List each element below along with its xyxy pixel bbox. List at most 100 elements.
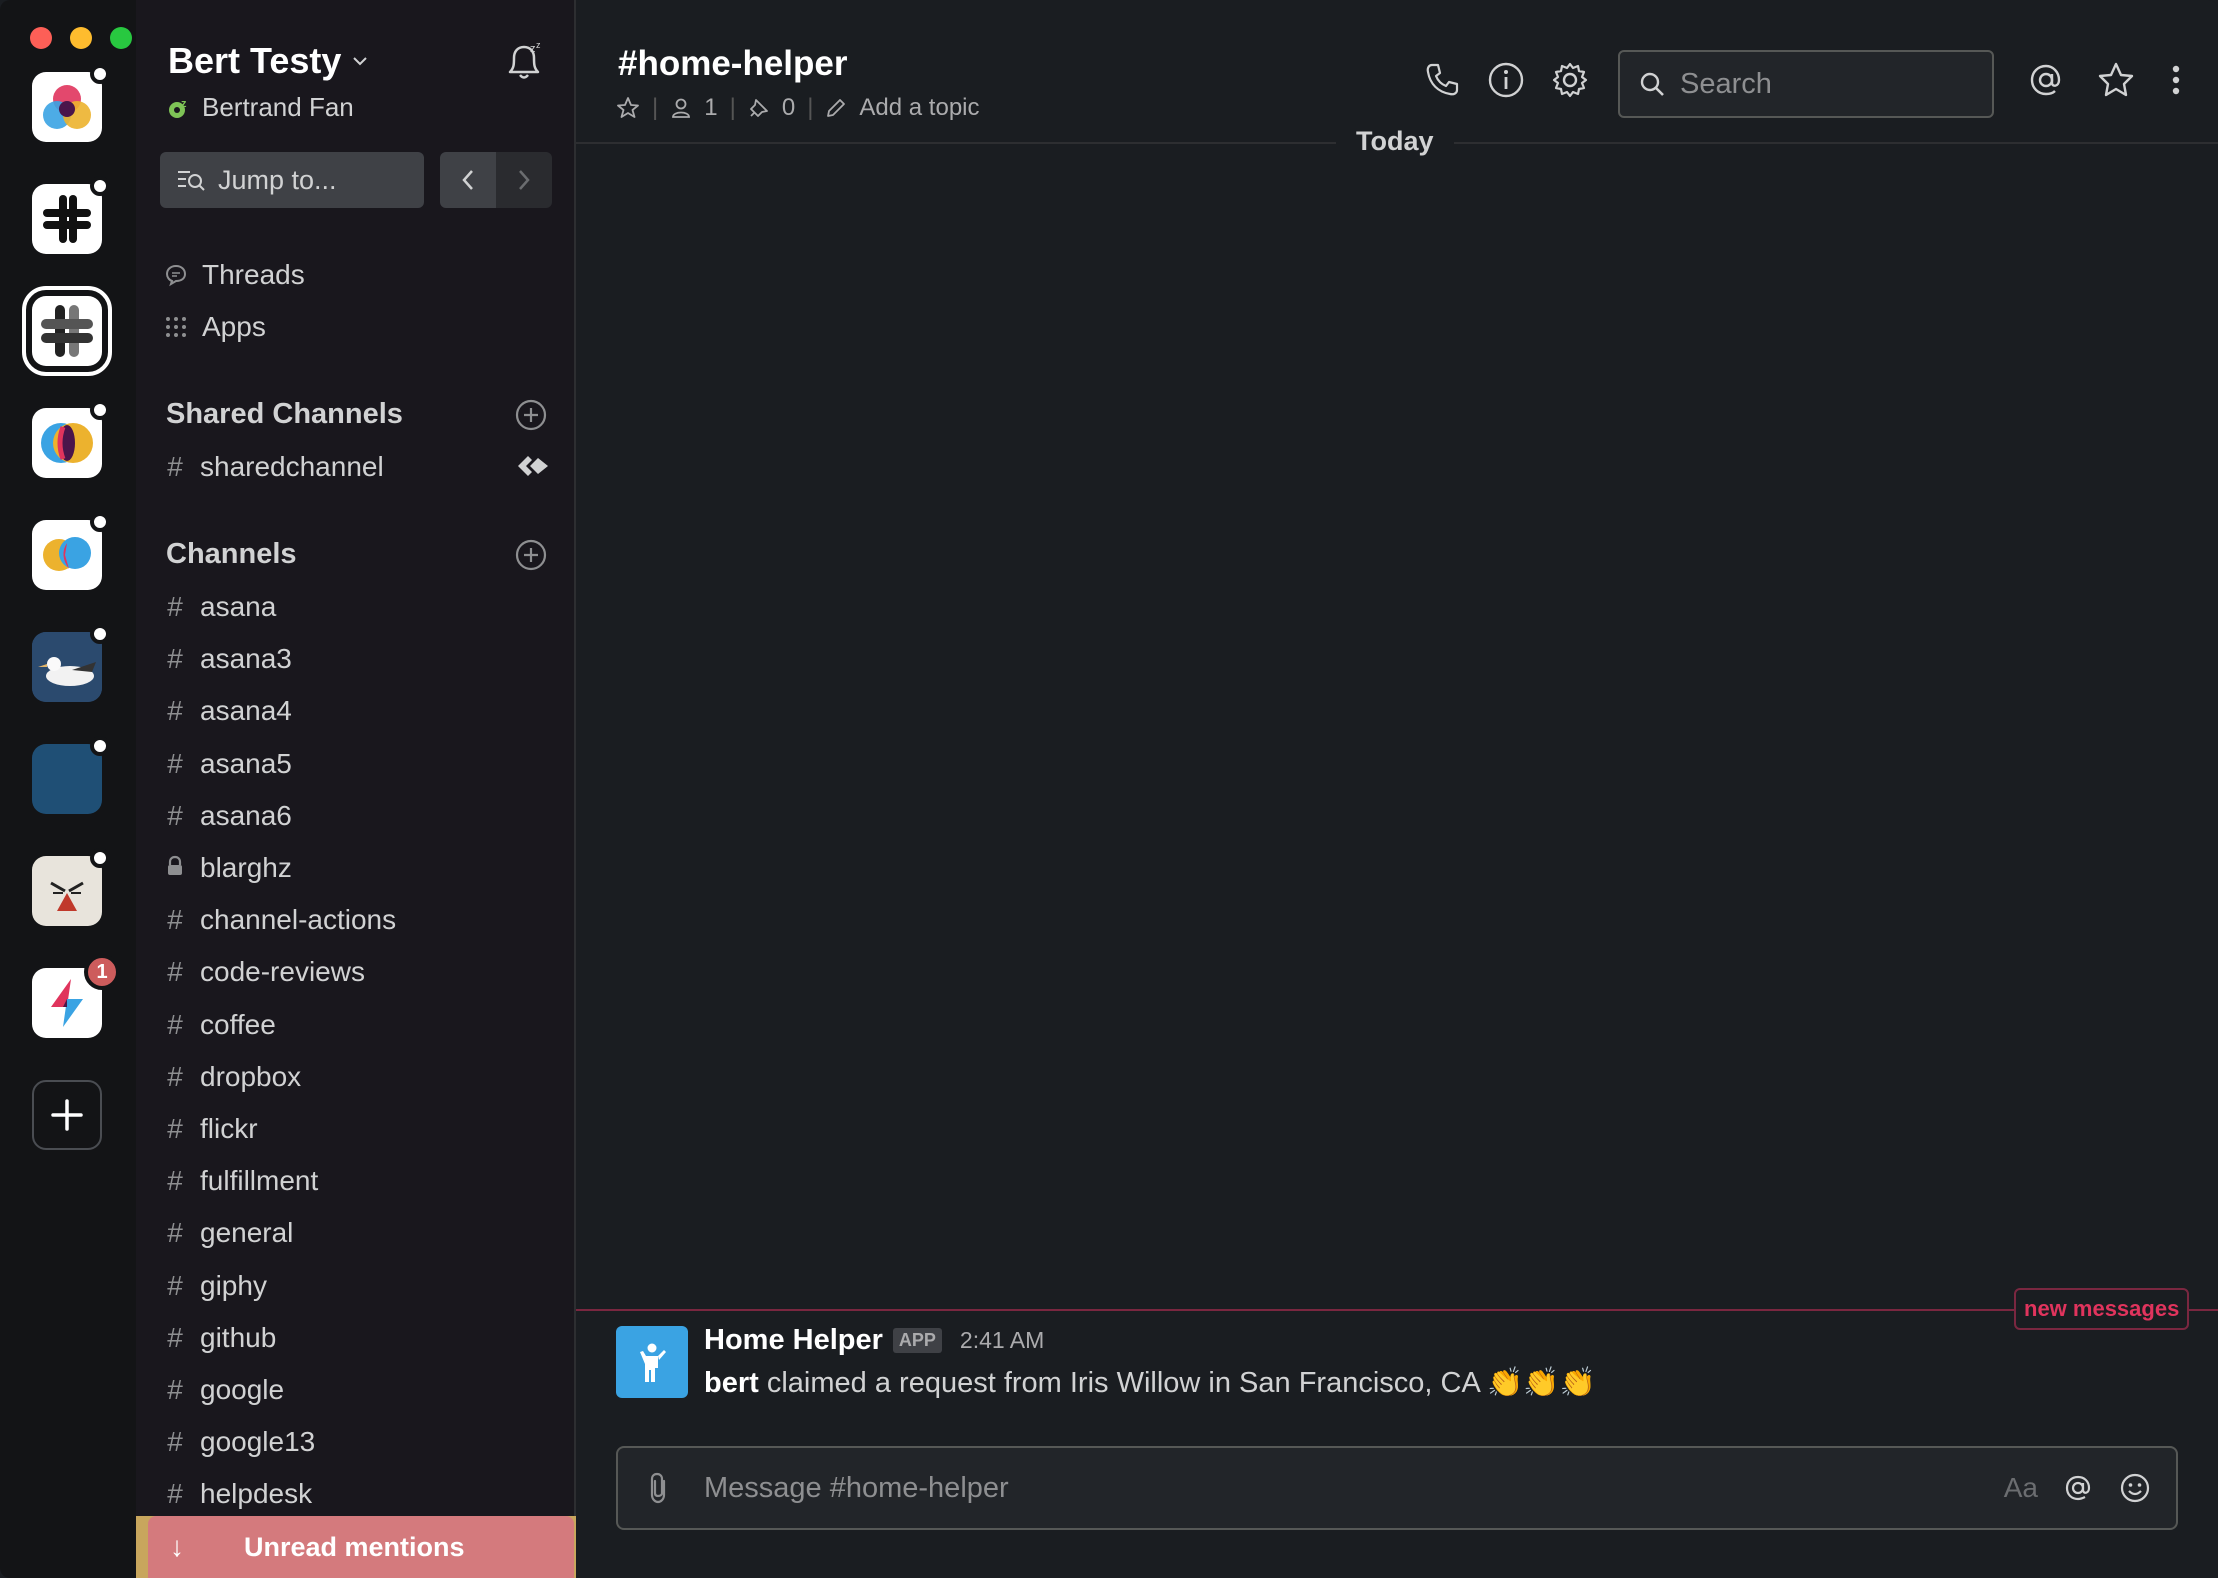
day-divider[interactable]: Today: [1336, 126, 1454, 157]
unread-dot: [90, 848, 110, 868]
formatting-button[interactable]: Aa: [2004, 1472, 2038, 1504]
channel-view: #home-helper | 1 | 0 | Add a topic Searc…: [576, 0, 2218, 1578]
lock-icon: [164, 852, 186, 884]
workspace-6[interactable]: [32, 624, 110, 702]
workspace-2[interactable]: [32, 176, 110, 254]
threads-label: Threads: [202, 259, 305, 290]
member-icon[interactable]: [670, 97, 692, 119]
sidebar-item-channel[interactable]: # github: [164, 1315, 276, 1361]
workspace-1[interactable]: [32, 64, 110, 142]
workspace-7[interactable]: [32, 736, 110, 814]
message-user-mention[interactable]: bert: [704, 1367, 759, 1399]
workspace-8[interactable]: [32, 848, 110, 926]
unread-dot: [90, 736, 110, 756]
channels-header[interactable]: Channels: [166, 538, 297, 571]
shared-channels-header[interactable]: Shared Channels: [166, 398, 403, 431]
channel-name: blarghz: [200, 852, 292, 883]
unread-dot: [90, 400, 110, 420]
sidebar-item-channel[interactable]: # asana: [164, 584, 276, 630]
forward-button[interactable]: [496, 152, 552, 208]
member-count[interactable]: 1: [704, 94, 717, 122]
meta-separator: |: [652, 94, 659, 121]
paperclip-icon[interactable]: [644, 1471, 674, 1505]
user-status[interactable]: z Bertrand Fan: [168, 92, 354, 123]
sidebar-item-channel[interactable]: # coffee: [164, 1002, 276, 1048]
emoji-icon[interactable]: [2118, 1471, 2152, 1505]
sidebar-item-channel[interactable]: # asana3: [164, 636, 292, 682]
sidebar-item-channel[interactable]: # asana4: [164, 688, 292, 734]
team-menu-button[interactable]: Bert Testy: [168, 40, 369, 82]
mentions-at-icon[interactable]: [2026, 60, 2066, 100]
albatross-photo-icon: [32, 632, 102, 702]
add-channel-icon[interactable]: [514, 538, 548, 572]
pin-count[interactable]: 0: [782, 94, 795, 122]
team-name: Bert Testy: [168, 40, 342, 81]
sidebar-item-channel[interactable]: # asana5: [164, 741, 292, 787]
message-composer[interactable]: Message #home-helper Aa: [616, 1446, 2178, 1530]
sidebar-item-threads[interactable]: Threads: [164, 252, 305, 298]
info-icon[interactable]: [1486, 60, 1526, 100]
sidebar-item-apps[interactable]: Apps: [164, 304, 266, 350]
channel-name: asana5: [200, 747, 292, 779]
more-options-icon[interactable]: [2166, 60, 2186, 100]
hash-icon: #: [167, 747, 183, 779]
search-input[interactable]: Search: [1618, 50, 1994, 118]
starred-items-icon[interactable]: [2096, 60, 2136, 100]
sidebar-item-channel[interactable]: # asana6: [164, 793, 292, 839]
add-workspace-button[interactable]: [32, 1080, 102, 1150]
hash-icon: #: [167, 904, 183, 936]
mention-at-icon[interactable]: [2062, 1472, 2094, 1504]
apps-grid-icon: [166, 317, 186, 337]
slack-window: 1 Bert Testy z Bertrand Fan z z Jump to.…: [0, 0, 2218, 1578]
zoom-window-button[interactable]: [110, 27, 132, 49]
workspace-4[interactable]: [32, 400, 110, 478]
message-sender[interactable]: Home Helper: [704, 1324, 883, 1357]
threads-icon: [165, 264, 187, 287]
add-topic-link[interactable]: Add a topic: [859, 94, 979, 122]
svg-text:z: z: [181, 98, 187, 110]
sidebar-item-channel[interactable]: # code-reviews: [164, 949, 365, 995]
sidebar-item-channel[interactable]: # flickr: [164, 1106, 257, 1152]
notifications-snooze-bell-icon[interactable]: z z: [502, 40, 546, 84]
sidebar-item-channel[interactable]: # fulfillment: [164, 1158, 318, 1204]
gear-icon[interactable]: [1550, 60, 1590, 100]
phone-icon[interactable]: [1422, 60, 1462, 100]
unread-mentions-label: Unread mentions: [244, 1531, 465, 1562]
pencil-icon: [827, 99, 846, 117]
sidebar-item-channel[interactable]: # general: [164, 1210, 293, 1256]
sidebar-item-channel[interactable]: # helpdesk: [164, 1471, 312, 1517]
workspace-5[interactable]: [32, 512, 110, 590]
add-shared-channel-icon[interactable]: [514, 398, 548, 432]
star-icon[interactable]: [616, 96, 640, 120]
svg-text:z: z: [536, 40, 541, 50]
sidebar-item-channel[interactable]: # channel-actions: [164, 897, 396, 943]
pin-icon[interactable]: [748, 97, 770, 119]
sidebar-item-channel[interactable]: # google: [164, 1367, 284, 1413]
hash-icon: #: [167, 1165, 183, 1197]
message-input[interactable]: Message #home-helper: [704, 1472, 2004, 1505]
message-timestamp[interactable]: 2:41 AM: [960, 1327, 1044, 1354]
unread-mentions-button[interactable]: ↓ Unread mentions: [148, 1516, 574, 1578]
sidebar-item-channel[interactable]: # dropbox: [164, 1054, 301, 1100]
minimize-window-button[interactable]: [70, 27, 92, 49]
back-button[interactable]: [440, 152, 496, 208]
channel-name: google13: [200, 1426, 316, 1458]
sidebar-item-sharedchannel[interactable]: # sharedchannel: [164, 444, 384, 490]
hash-icon: #: [167, 1374, 183, 1405]
workspace-3-active[interactable]: [22, 286, 112, 376]
channel-name: asana3: [200, 643, 292, 675]
workspace-9[interactable]: 1: [32, 954, 120, 1038]
clapping-emoji: 👏👏👏: [1487, 1367, 1596, 1399]
channel-title[interactable]: #home-helper: [618, 44, 848, 84]
bird-face-icon: [50, 881, 84, 911]
sidebar-item-channel[interactable]: # giphy: [164, 1263, 267, 1309]
channel-name: asana6: [200, 799, 292, 831]
sidebar-item-channel[interactable]: blarghz: [164, 845, 292, 891]
jump-to-button[interactable]: Jump to...: [160, 152, 424, 208]
message-body: bert claimed a request from Iris Willow …: [704, 1366, 1596, 1400]
sidebar-item-channel[interactable]: # google13: [164, 1419, 315, 1465]
channel-sidebar: Bert Testy z Bertrand Fan z z Jump to...…: [136, 0, 576, 1578]
bot-avatar[interactable]: [616, 1326, 688, 1398]
close-window-button[interactable]: [30, 27, 52, 49]
chevron-left-icon: [462, 170, 473, 190]
